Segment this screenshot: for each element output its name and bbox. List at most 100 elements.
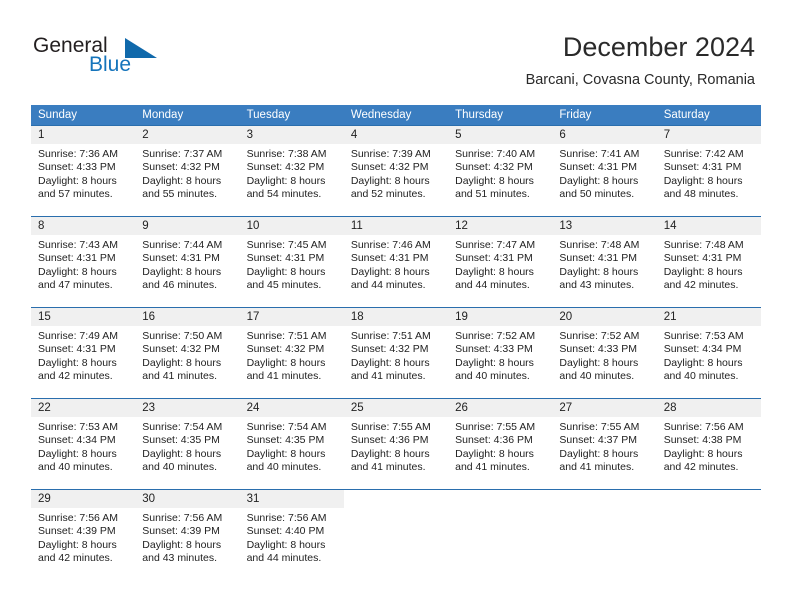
day-number[interactable]: 27 (552, 399, 657, 417)
day-number[interactable]: 19 (448, 308, 553, 326)
day-cell: Sunrise: 7:41 AM Sunset: 4:31 PM Dayligh… (552, 144, 656, 216)
daylight-text-line2: and 40 minutes. (455, 370, 530, 383)
day-number[interactable]: 22 (31, 399, 136, 417)
calendar-grid: Sunday Monday Tuesday Wednesday Thursday… (31, 105, 761, 580)
sunset-text: Sunset: 4:31 PM (38, 252, 116, 265)
sunrise-text: Sunrise: 7:56 AM (663, 421, 744, 433)
day-number[interactable]: 16 (135, 308, 240, 326)
day-number[interactable]: 3 (239, 126, 344, 144)
sunset-text: Sunset: 4:38 PM (663, 434, 742, 447)
sunset-text: Sunset: 4:31 PM (663, 252, 742, 265)
day-cell: Sunrise: 7:53 AM Sunset: 4:34 PM Dayligh… (31, 417, 135, 489)
sunrise-text: Sunrise: 7:43 AM (38, 239, 118, 251)
sunrise-text: Sunrise: 7:39 AM (350, 148, 431, 160)
day-number[interactable]: 29 (31, 490, 136, 508)
day-cell-empty (552, 508, 656, 580)
day-number[interactable]: 11 (343, 217, 449, 235)
day-cell: Sunrise: 7:55 AM Sunset: 4:36 PM Dayligh… (344, 417, 448, 489)
day-cell: Sunrise: 7:38 AM Sunset: 4:32 PM Dayligh… (240, 144, 344, 216)
sunrise-text: Sunrise: 7:51 AM (246, 330, 327, 342)
sunrise-text: Sunrise: 7:54 AM (246, 421, 327, 433)
day-number[interactable]: 25 (343, 399, 449, 417)
sunrise-text: Sunrise: 7:40 AM (455, 148, 536, 160)
day-number[interactable]: 7 (656, 126, 761, 144)
day-number[interactable]: 12 (448, 217, 553, 235)
week-detail-strip: Sunrise: 7:56 AM Sunset: 4:39 PM Dayligh… (31, 508, 761, 580)
day-number[interactable]: 8 (31, 217, 136, 235)
day-number[interactable]: 18 (343, 308, 449, 326)
day-number[interactable]: 9 (135, 217, 240, 235)
sunrise-text: Sunrise: 7:48 AM (663, 239, 744, 251)
sunset-text: Sunset: 4:31 PM (246, 252, 325, 265)
day-number[interactable]: 26 (448, 399, 553, 417)
day-number[interactable]: 15 (31, 308, 136, 326)
title-block: December 2024 Barcani, Covasna County, R… (526, 30, 755, 90)
day-cell-empty (552, 490, 656, 508)
day-number[interactable]: 17 (239, 308, 344, 326)
day-number[interactable]: 20 (552, 308, 657, 326)
daylight-text-line2: and 41 minutes. (350, 461, 426, 474)
page-header: General Blue December 2024 Barcani, Cova… (0, 0, 792, 100)
day-number[interactable]: 10 (239, 217, 344, 235)
day-cell-empty (344, 490, 448, 508)
day-number[interactable]: 23 (135, 399, 240, 417)
daylight-text-line2: and 43 minutes. (142, 552, 217, 565)
week-detail-strip: Sunrise: 7:36 AM Sunset: 4:33 PM Dayligh… (31, 144, 761, 216)
daylight-text-line2: and 41 minutes. (350, 370, 426, 383)
week-day-number-strip: 22 23 24 25 26 27 28 (31, 399, 761, 417)
daylight-text-line2: and 57 minutes. (38, 188, 113, 201)
daylight-text-line2: and 55 minutes. (142, 188, 217, 201)
sunrise-text: Sunrise: 7:52 AM (559, 330, 640, 342)
day-number[interactable]: 13 (552, 217, 657, 235)
weekday-header-tuesday: Tuesday (246, 109, 291, 121)
day-number[interactable]: 1 (31, 126, 136, 144)
day-cell-empty (448, 508, 552, 580)
day-number[interactable]: 5 (448, 126, 553, 144)
weekday-header-sunday: Sunday (38, 109, 78, 121)
sunrise-text: Sunrise: 7:54 AM (142, 421, 223, 433)
day-number[interactable]: 21 (656, 308, 761, 326)
sunrise-text: Sunrise: 7:38 AM (246, 148, 327, 160)
daylight-text-line1: Daylight: 8 hours (142, 265, 222, 278)
daylight-text-line2: and 52 minutes. (350, 188, 426, 201)
sunrise-text: Sunrise: 7:46 AM (350, 239, 431, 251)
daylight-text-line1: Daylight: 8 hours (350, 265, 430, 278)
day-cell: Sunrise: 7:48 AM Sunset: 4:31 PM Dayligh… (657, 235, 761, 307)
daylight-text-line1: Daylight: 8 hours (455, 265, 534, 278)
sunrise-text: Sunrise: 7:41 AM (559, 148, 640, 160)
day-cell: Sunrise: 7:43 AM Sunset: 4:31 PM Dayligh… (31, 235, 135, 307)
weekday-header-wednesday: Wednesday (350, 109, 412, 121)
daylight-text-line1: Daylight: 8 hours (246, 356, 326, 369)
day-number[interactable]: 30 (135, 490, 240, 508)
daylight-text-line2: and 45 minutes. (246, 279, 322, 292)
daylight-text-line1: Daylight: 8 hours (142, 538, 222, 551)
daylight-text-line2: and 40 minutes. (142, 461, 217, 474)
week-detail-strip: Sunrise: 7:49 AM Sunset: 4:31 PM Dayligh… (31, 326, 761, 398)
daylight-text-line1: Daylight: 8 hours (559, 447, 639, 460)
day-cell: Sunrise: 7:36 AM Sunset: 4:33 PM Dayligh… (31, 144, 135, 216)
day-cell: Sunrise: 7:55 AM Sunset: 4:36 PM Dayligh… (448, 417, 552, 489)
general-blue-logo[interactable]: General Blue (33, 34, 213, 84)
daylight-text-line2: and 54 minutes. (246, 188, 322, 201)
day-number[interactable]: 28 (656, 399, 761, 417)
day-cell: Sunrise: 7:52 AM Sunset: 4:33 PM Dayligh… (448, 326, 552, 398)
weekday-header-thursday: Thursday (455, 109, 504, 121)
sunset-text: Sunset: 4:32 PM (246, 343, 325, 356)
calendar-week-row: 29 30 31 Sunrise: 7:56 AM Sunset: 4:39 P… (31, 489, 761, 580)
week-detail-strip: Sunrise: 7:43 AM Sunset: 4:31 PM Dayligh… (31, 235, 761, 307)
day-cell: Sunrise: 7:56 AM Sunset: 4:39 PM Dayligh… (135, 508, 239, 580)
sunrise-text: Sunrise: 7:37 AM (142, 148, 223, 160)
day-number[interactable]: 14 (656, 217, 761, 235)
day-number[interactable]: 4 (343, 126, 449, 144)
day-number[interactable]: 2 (135, 126, 240, 144)
day-number[interactable]: 6 (552, 126, 657, 144)
daylight-text-line1: Daylight: 8 hours (246, 447, 326, 460)
daylight-text-line1: Daylight: 8 hours (455, 447, 534, 460)
week-day-number-strip: 15 16 17 18 19 20 21 (31, 308, 761, 326)
calendar-week-row: 15 16 17 18 19 20 21 Sunrise: 7:49 AM Su… (31, 307, 761, 398)
daylight-text-line2: and 40 minutes. (559, 370, 635, 383)
day-number[interactable]: 24 (239, 399, 344, 417)
day-number[interactable]: 31 (239, 490, 344, 508)
page-subtitle: Barcani, Covasna County, Romania (525, 72, 755, 88)
day-cell: Sunrise: 7:45 AM Sunset: 4:31 PM Dayligh… (240, 235, 344, 307)
